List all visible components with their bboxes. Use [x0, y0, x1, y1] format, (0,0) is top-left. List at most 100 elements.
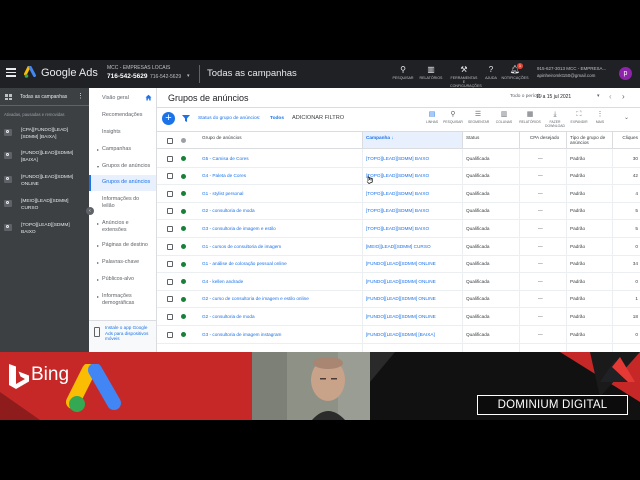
- more-vert-icon[interactable]: ⋮: [77, 92, 84, 100]
- row-checkbox[interactable]: [167, 155, 173, 162]
- active-filter-chip[interactable]: Status do grupo de anúncios:: [198, 116, 260, 121]
- campaign-link[interactable]: [FUNDO][LEAD][SDMM] ONLINE: [366, 314, 436, 319]
- nav-auction-insights[interactable]: Informações do leilão: [89, 196, 149, 210]
- account-name[interactable]: MCC - EMPRESAS LOCAIS: [107, 65, 170, 71]
- nav-ads-extensions[interactable]: ▸ Anúncios e extensões: [89, 220, 144, 234]
- ad-group-link[interactable]: G1 - stylist personal: [202, 191, 243, 196]
- chevron-left-icon[interactable]: ‹: [609, 92, 612, 101]
- filter-icon[interactable]: [182, 115, 190, 122]
- chevron-down-icon[interactable]: ▾: [597, 93, 600, 99]
- nav-landing-pages[interactable]: ▸ Páginas de destino: [89, 242, 156, 249]
- status-enabled-dot-icon[interactable]: [181, 226, 186, 232]
- status-enabled-dot-icon[interactable]: [181, 314, 186, 320]
- campaign-link[interactable]: [TOPO][LEAD][SDMM] BAIXO: [366, 226, 429, 231]
- campaign-link[interactable]: [TOPO][LEAD][SDMM] BAIXO: [366, 208, 429, 213]
- tool-columns[interactable]: ▥ COLUNAS: [494, 110, 514, 124]
- tool-expand[interactable]: ⛶ EXPANDIR: [569, 110, 589, 124]
- tool-segment[interactable]: ☰ SEGMENTAR: [468, 110, 489, 124]
- nav-keywords[interactable]: ▸ Palavras-chave: [89, 259, 156, 266]
- column-header-clicks[interactable]: Cliques: [612, 132, 640, 149]
- row-checkbox[interactable]: [167, 243, 173, 250]
- status-enabled-dot-icon[interactable]: [181, 208, 186, 214]
- ad-group-link[interactable]: G4 - Paleta de Cores: [202, 173, 246, 178]
- column-header-ad-group[interactable]: Grupo de anúncios: [202, 132, 362, 149]
- tool-search[interactable]: ⚲ PESQUISAR: [390, 65, 416, 80]
- tool-reports[interactable]: ▦ RELATÓRIOS: [518, 110, 542, 124]
- select-all-checkbox[interactable]: [167, 138, 173, 144]
- row-checkbox[interactable]: [167, 313, 173, 320]
- all-campaigns-link[interactable]: Todas as campanhas: [20, 94, 67, 100]
- date-range-value[interactable]: 11 a 15 jul 2021: [536, 94, 571, 100]
- campaign-link[interactable]: [FUNDO][LEAD][SDMM] ONLINE: [366, 279, 436, 284]
- collapse-panel-button[interactable]: ‹: [86, 207, 94, 215]
- status-enabled-dot-icon[interactable]: [181, 156, 186, 161]
- column-header-campaign[interactable]: Campanha ↓: [362, 132, 462, 148]
- column-label: Status: [466, 135, 480, 140]
- status-enabled-dot-icon[interactable]: [181, 173, 186, 179]
- account-id[interactable]: 716-542-5629: [107, 73, 147, 80]
- ad-group-link[interactable]: G1 - análise de coloração pessoal online: [202, 261, 287, 266]
- mobile-app-promo[interactable]: Instale o app Google Ads para dispositiv…: [89, 320, 156, 352]
- status-enabled-dot-icon[interactable]: [181, 261, 186, 267]
- row-checkbox[interactable]: [167, 331, 173, 338]
- campaign-link[interactable]: [FUNDO][LEAD][SDMM] [BAIXA]: [366, 332, 435, 337]
- tool-notifications[interactable]: 🔔︎ NOTIFICAÇÕES: [501, 65, 529, 80]
- active-filter-value[interactable]: Todos: [270, 116, 284, 121]
- tool-rows[interactable]: ▤ LINHAS: [422, 110, 442, 124]
- home-icon[interactable]: [145, 94, 152, 101]
- tool-search[interactable]: ⚲ PESQUISAR: [443, 110, 463, 124]
- chevron-down-icon[interactable]: ⌄: [624, 114, 629, 121]
- campaign-link[interactable]: [TOPO][LEAD][SDMM] BAIXO: [366, 191, 429, 196]
- nav-recommendations[interactable]: Recomendações: [89, 112, 156, 119]
- menu-icon[interactable]: [6, 68, 16, 78]
- ad-group-link[interactable]: G1 - cursos de consultoria de imagem: [202, 244, 281, 249]
- campaign-link[interactable]: [FUNDO][LEAD][SDMM] ONLINE: [366, 296, 436, 301]
- status-filter-text[interactable]: Ativadas, pausadas e removidas: [4, 112, 65, 117]
- column-header-ad-group-type[interactable]: Tipo de grupo de anúncios: [566, 132, 612, 149]
- tool-reports[interactable]: ▥ RELATÓRIOS: [418, 65, 444, 80]
- row-checkbox[interactable]: [167, 190, 173, 197]
- add-filter-button[interactable]: ADICIONAR FILTRO: [292, 115, 344, 121]
- status-enabled-dot-icon[interactable]: [181, 332, 186, 337]
- chevron-down-icon[interactable]: ▾: [187, 73, 190, 79]
- status-enabled-dot-icon[interactable]: [181, 296, 186, 302]
- ad-group-link[interactable]: G2 - curso de consultoria de imagem e es…: [202, 296, 309, 301]
- nav-audiences[interactable]: ▸ Públicos-alvo: [89, 276, 156, 283]
- tool-download[interactable]: ⤓ FAZER DOWNLOAD: [543, 110, 567, 128]
- campaign-link[interactable]: [TOPO][LEAD][SDMM] BAIXO: [366, 173, 429, 178]
- campaign-link[interactable]: [MEIO][LEAD][SDMM] CURSO: [366, 244, 431, 249]
- avatar[interactable]: p: [619, 67, 632, 80]
- row-checkbox[interactable]: [167, 261, 173, 268]
- column-label: Campanha: [366, 135, 390, 140]
- status-enabled-dot-icon[interactable]: [181, 244, 186, 249]
- row-checkbox[interactable]: [167, 278, 173, 285]
- nav-demographics[interactable]: ▸ Informações demográficas: [89, 293, 144, 307]
- status-enabled-dot-icon[interactable]: [181, 191, 186, 197]
- status-enabled-dot-icon[interactable]: [181, 279, 186, 285]
- column-header-target-cpa[interactable]: CPA desejado: [519, 132, 566, 149]
- column-header-status[interactable]: Status: [462, 132, 519, 149]
- chevron-right-icon[interactable]: ›: [622, 92, 625, 101]
- ad-group-link[interactable]: G2 - consultoria de moda: [202, 208, 255, 213]
- ad-group-link[interactable]: G2 - consultoria de moda: [202, 314, 255, 319]
- add-ad-group-button[interactable]: +: [162, 112, 175, 125]
- ad-group-link[interactable]: G3 - consultoria de imagem instagram: [202, 332, 281, 337]
- nav-ad-groups-section[interactable]: ▾ Grupos de anúncios: [89, 163, 156, 170]
- ad-group-link[interactable]: G4 - kellen andrade: [202, 279, 243, 284]
- row-checkbox[interactable]: [167, 296, 173, 303]
- campaign-link[interactable]: [FUNDO][LEAD][SDMM] ONLINE: [366, 261, 436, 266]
- nav-campaigns[interactable]: ▸ Campanhas: [89, 146, 156, 153]
- row-checkbox[interactable]: [167, 225, 173, 232]
- nav-ad-groups[interactable]: Grupos de anúncios: [89, 175, 156, 191]
- user-email[interactable]: apinheiromkt150@gmail.com: [537, 73, 595, 78]
- user-account-name[interactable]: 915-627-3013 MCC - EMPRESA...: [537, 66, 606, 71]
- account-id-secondary[interactable]: 716-542-5629: [150, 74, 181, 80]
- row-checkbox[interactable]: [167, 173, 173, 180]
- ad-group-link[interactable]: G3 - consultoria de imagem e estilo: [202, 226, 276, 231]
- campaign-link[interactable]: [TOPO][LEAD][SDMM] BAIXO: [366, 156, 429, 161]
- nav-insights[interactable]: Insights: [89, 129, 156, 136]
- tool-more[interactable]: ⋮ MAIS: [592, 110, 608, 124]
- row-checkbox[interactable]: [167, 208, 173, 215]
- tool-settings[interactable]: ⚒ FERRAMENTAS E CONFIGURAÇÕES: [450, 65, 482, 88]
- ad-group-link[interactable]: G5 - Camisa de Cores: [202, 156, 249, 161]
